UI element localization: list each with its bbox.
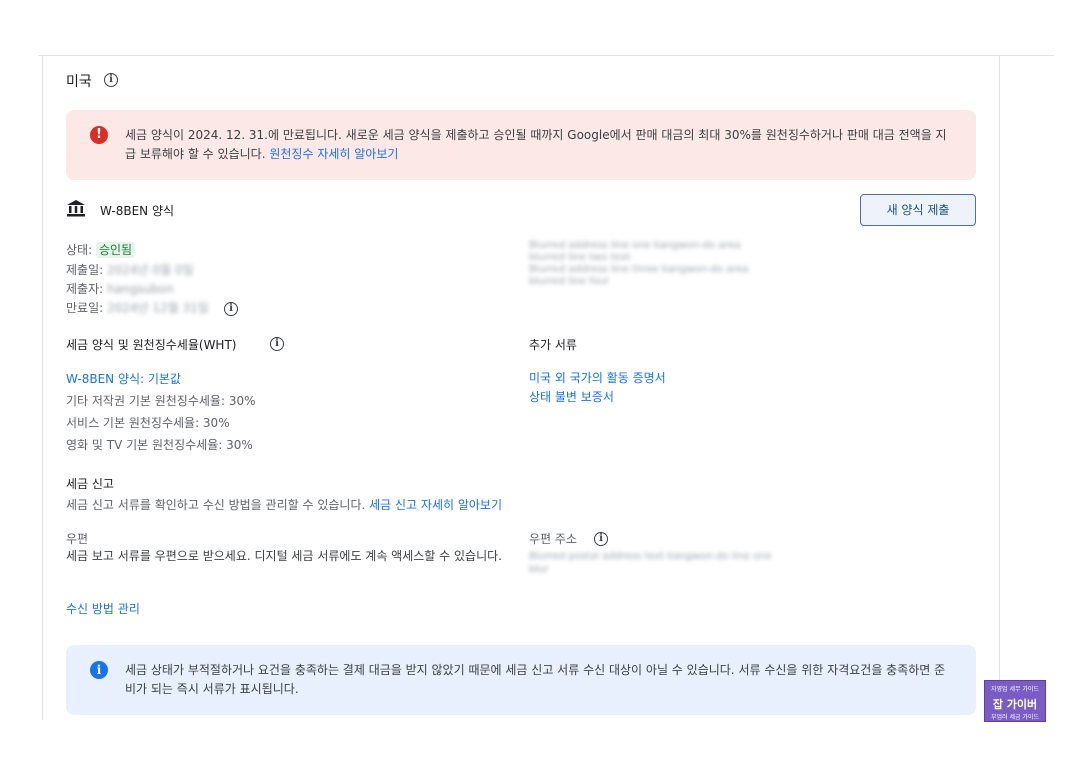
form-address-line: Blurred address line three kangwon-do ar… (529, 264, 749, 275)
withholding-learn-more-link[interactable]: 원천징수 자세히 알아보기 (269, 147, 398, 161)
wht-rates-list: 기타 저작권 기본 원천징수세율: 30% 서비스 기본 원천징수세율: 30%… (66, 390, 256, 456)
certificate-of-foreign-activity-link[interactable]: 미국 외 국가의 활동 증명서 (529, 369, 666, 388)
wht-rate-item: 영화 및 TV 기본 원천징수세율: 30% (66, 438, 253, 452)
tax-reporting-learn-more-link[interactable]: 세금 신고 자세히 알아보기 (369, 498, 502, 512)
watermark-logo: 자영업 세무 가이드 잡 가이버 부업러 세금 가이드 (984, 680, 1046, 722)
expiry-alert-text: 세금 양식이 2024. 12. 31.에 만료됩니다. 새로운 세금 양식을 … (125, 126, 955, 164)
mail-title: 우편 (66, 532, 89, 546)
postal-address-block: Blurred postal address text kangwon-do l… (529, 550, 969, 576)
submitted-row: 제출일: 2024년 0월 0일 (66, 261, 194, 279)
postal-address-label: 우편 주소 (529, 532, 577, 546)
expiry-row: 만료일: 2024년 12월 31일 (66, 299, 209, 317)
submitted-label: 제출일: (66, 263, 104, 277)
country-title: 미국 (66, 74, 92, 90)
info-alert: i 세금 상태가 부적절하거나 요건을 충족하는 결제 대금을 받지 않았기 때… (66, 645, 976, 715)
manage-delivery-link[interactable]: 수신 방법 관리 (66, 600, 140, 617)
mail-desc: 세금 보고 서류를 우편으로 받으세요. 디지털 세금 서류에도 계속 액세스할… (66, 549, 502, 563)
tax-reporting-desc: 세금 신고 서류를 확인하고 수신 방법을 관리할 수 있습니다. 세금 신고 … (66, 496, 502, 513)
top-divider (38, 55, 1054, 56)
info-alert-text: 세금 상태가 부적절하거나 요건을 충족하는 결제 대금을 받지 않았기 때문에… (125, 663, 946, 696)
tax-reporting-title: 세금 신고 (66, 477, 114, 491)
postal-address-line: Blurred postal address text kangwon-do l… (529, 551, 772, 562)
watermark-bottom-text: 부업러 세금 가이드 (991, 714, 1039, 721)
submit-new-form-button[interactable]: 새 양식 제출 (860, 194, 976, 226)
wht-rate-item: 기타 저작권 기본 원천징수세율: 30% (66, 394, 256, 408)
info-icon[interactable]: i (594, 532, 608, 546)
form-address-line: Blurred address line one kangwon-do area (529, 240, 741, 251)
form-name: W-8BEN 양식 (100, 204, 175, 218)
wht-default-link[interactable]: W-8BEN 양식: 기본값 (66, 370, 181, 387)
info-filled-icon: i (90, 661, 108, 679)
form-address-block: Blurred address line one kangwon-do area… (529, 240, 969, 288)
expiry-label: 만료일: (66, 301, 104, 315)
watermark-top-text: 자영업 세무 가이드 (991, 686, 1039, 693)
additional-docs-links: 미국 외 국가의 활동 증명서 상태 불변 보증서 (529, 369, 666, 407)
additional-docs-title: 추가 서류 (529, 338, 577, 352)
info-icon[interactable]: i (224, 302, 238, 316)
bank-icon (67, 200, 85, 217)
status-label: 상태: (66, 243, 93, 257)
right-border (999, 56, 1000, 720)
watermark-main-text: 잡 가이버 (992, 698, 1038, 711)
form-address-line: blurred line two text (529, 252, 631, 263)
status-unchanged-guarantee-link[interactable]: 상태 불변 보증서 (529, 388, 666, 407)
info-icon[interactable]: i (104, 73, 118, 87)
status-badge: 승인됨 (95, 242, 136, 258)
wht-rate-item: 서비스 기본 원천징수세율: 30% (66, 416, 230, 430)
expiry-alert: ! 세금 양식이 2024. 12. 31.에 만료됩니다. 새로운 세금 양식… (66, 110, 976, 180)
info-icon[interactable]: i (270, 337, 284, 351)
left-border (42, 56, 43, 720)
submitted-value: 2024년 0월 0일 (107, 263, 194, 277)
expiry-value: 2024년 12월 31일 (107, 301, 209, 315)
postal-address-line: blur (529, 564, 549, 575)
expiry-alert-message: 세금 양식이 2024. 12. 31.에 만료됩니다. 새로운 세금 양식을 … (125, 128, 947, 161)
submitter-value: hangsubon (107, 282, 174, 296)
form-address-line: blurred line four (529, 276, 610, 287)
tax-reporting-text: 세금 신고 서류를 확인하고 수신 방법을 관리할 수 있습니다. (66, 498, 370, 512)
submitter-label: 제출자: (66, 282, 104, 296)
wht-title: 세금 양식 및 원천징수세율(WHT) (66, 338, 237, 352)
error-icon: ! (90, 126, 108, 144)
submitter-row: 제출자: hangsubon (66, 280, 174, 298)
status-row: 상태: 승인됨 (66, 241, 136, 259)
